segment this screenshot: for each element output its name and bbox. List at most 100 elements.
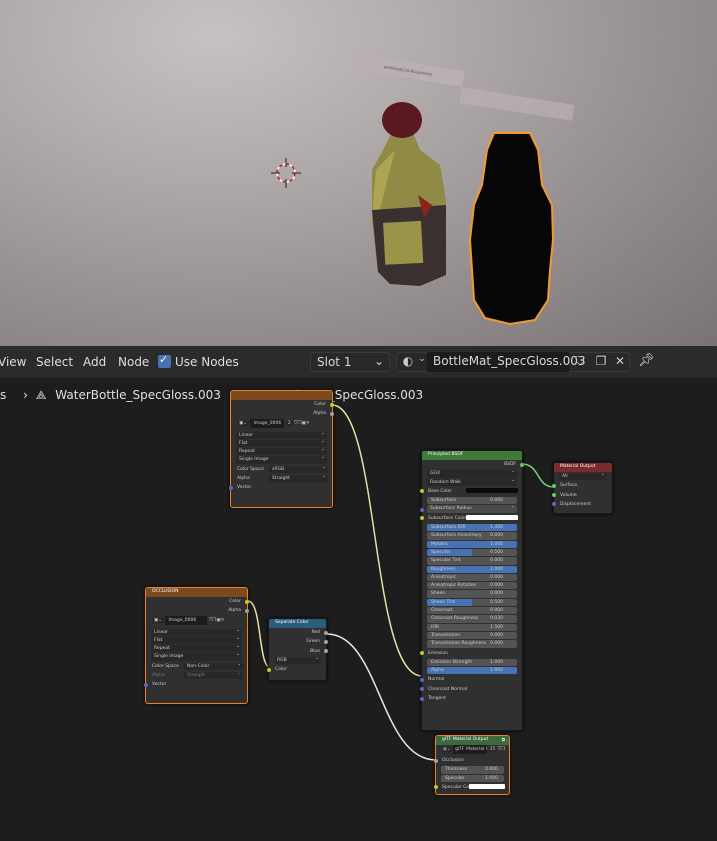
bsdf-input-anisotropic-rotation[interactable]: Anisotropic Rotation 0.000 — [427, 582, 517, 590]
thickness-field[interactable]: Thickness 0.000 — [441, 766, 504, 774]
socket[interactable] — [324, 649, 328, 654]
image-texture-node[interactable]: Color Alpha ▣⌄ Image_0006 2 ⛉❐▣✕ Linear … — [229, 390, 334, 508]
duplicate-icon[interactable]: ❐ — [592, 354, 610, 370]
node-header[interactable] — [231, 391, 332, 400]
menu-select[interactable]: Select — [36, 355, 73, 369]
socket[interactable] — [420, 516, 424, 521]
node-header[interactable]: OCCLUSION — [146, 588, 247, 597]
socket[interactable] — [520, 462, 524, 467]
color-swatch[interactable] — [466, 515, 518, 521]
group-actions-icon[interactable]: ⛉❐ — [498, 747, 505, 752]
socket[interactable] — [245, 599, 249, 604]
image-selector[interactable]: ▣⌄ Image_0006 2 ⛉❐▣✕ — [231, 418, 332, 431]
material-output-node[interactable]: Material Output All Surface Volume Displ… — [552, 462, 613, 514]
projection-dropdown[interactable]: Flat — [151, 635, 242, 645]
menu-view[interactable]: View — [0, 355, 26, 369]
bottle-selected[interactable] — [468, 132, 555, 326]
image-selector[interactable]: ▣⌄ Image_0006 ⛉❐▣✕ — [146, 615, 247, 628]
3d-viewport[interactable]: perMetalLCG-Roughness — [0, 0, 717, 346]
users-count[interactable]: 35 — [488, 747, 497, 752]
node-tree-icon[interactable]: ◍⌄ — [442, 747, 452, 752]
socket[interactable] — [420, 651, 424, 656]
alpha-dropdown[interactable]: Straight — [269, 473, 328, 483]
bsdf-input-subsurface-radius[interactable]: Subsurface Radius — [420, 503, 517, 513]
group-selector[interactable]: ◍⌄ glTF Material Ou... 35 ⛉❐ — [436, 745, 509, 756]
socket[interactable] — [420, 696, 424, 701]
socket[interactable] — [434, 758, 438, 763]
bsdf-input-base-color[interactable]: Base Color — [420, 487, 522, 496]
node-header[interactable]: glTF Material Output ⧉ — [436, 736, 509, 745]
bsdf-input-subsurface-anisotropy[interactable]: Subsurface Anisotropy 0.000 — [427, 532, 517, 540]
subsurface-method-dropdown[interactable]: Random Walk — [427, 477, 517, 486]
socket[interactable] — [324, 639, 328, 644]
bsdf-input-clearcoat-roughness[interactable]: Clearcoat Roughness 0.030 — [427, 615, 517, 623]
pin-icon[interactable]: 📌︎ — [638, 353, 655, 368]
breadcrumb-scene[interactable]: s — [0, 388, 6, 402]
interpolation-dropdown[interactable]: Linear — [236, 430, 327, 439]
bsdf-input-metallic[interactable]: Metallic 1.000 — [427, 540, 517, 548]
fake-user-shield-icon[interactable]: ⛉ — [571, 354, 589, 370]
socket[interactable] — [420, 678, 424, 683]
node-group-icon[interactable]: ⧉ — [502, 737, 505, 743]
bsdf-input-sheen-tint[interactable]: Sheen Tint 0.500 — [427, 598, 517, 607]
socket[interactable] — [434, 785, 438, 790]
socket[interactable] — [144, 682, 148, 687]
bottle-yellow[interactable] — [372, 102, 446, 286]
specular-field[interactable]: Specular 1.000 — [441, 774, 504, 782]
source-dropdown[interactable]: Single Image — [236, 454, 327, 464]
socket[interactable] — [330, 402, 334, 407]
image-name-field[interactable]: Image_0006 — [250, 418, 285, 428]
colorspace-dropdown[interactable]: sRGB — [269, 464, 328, 474]
bsdf-input-transmission-roughness[interactable]: Transmission Roughness 0.000 — [427, 640, 517, 648]
target-dropdown[interactable]: All — [559, 471, 607, 481]
bsdf-input-specular[interactable]: Specular 0.500 — [427, 548, 517, 557]
bsdf-input-clearcoat-normal[interactable]: Clearcoat Normal — [420, 685, 522, 694]
bsdf-input-alpha[interactable]: Alpha 1.000 — [427, 667, 517, 675]
node-header[interactable]: Principled BSDF — [422, 451, 522, 460]
socket[interactable] — [330, 411, 334, 416]
principled-bsdf-node[interactable]: Principled BSDF BSDF GGX Random Walk Bas… — [420, 450, 524, 731]
color-swatch[interactable] — [469, 784, 505, 790]
bsdf-input-specular-tint[interactable]: Specular Tint 0.000 — [427, 557, 517, 565]
bsdf-input-tangent[interactable]: Tangent — [420, 694, 522, 703]
projection-dropdown[interactable]: Flat — [236, 438, 327, 448]
occlusion-texture-node[interactable]: OCCLUSION Color Alpha ▣⌄ Image_0006 ⛉❐▣✕… — [144, 587, 249, 704]
interpolation-dropdown[interactable]: Linear — [151, 627, 242, 636]
image-icon[interactable]: ▣⌄ — [152, 617, 165, 623]
users-count[interactable]: 2 — [285, 420, 293, 426]
distribution-dropdown[interactable]: GGX — [427, 468, 517, 478]
colorspace-dropdown[interactable]: Non-Color — [184, 661, 243, 671]
menu-node[interactable]: Node — [118, 355, 149, 369]
socket[interactable] — [267, 667, 271, 672]
socket[interactable] — [420, 508, 424, 513]
color-swatch[interactable] — [466, 488, 518, 494]
socket[interactable] — [420, 687, 424, 692]
socket[interactable] — [245, 608, 249, 613]
gltf-material-output-node[interactable]: glTF Material Output⧉ ◍⌄ glTF Material O… — [434, 735, 510, 795]
bsdf-input-roughness[interactable]: Roughness 1.000 — [427, 565, 517, 573]
use-nodes-checkbox[interactable] — [158, 353, 171, 368]
bsdf-input-clearcoat[interactable]: Clearcoat 0.000 — [427, 607, 517, 615]
material-name-field[interactable]: BottleMat_SpecGloss.003 — [427, 352, 586, 372]
image-actions-icon[interactable]: ⛉❐▣✕ — [294, 421, 309, 426]
image-actions-icon[interactable]: ⛉❐▣✕ — [209, 618, 224, 623]
node-header[interactable]: Separate Color — [269, 619, 326, 628]
breadcrumb-object[interactable]: WaterBottle_SpecGloss.003 — [55, 388, 221, 402]
material-selector[interactable]: ◐ ⌄ BottleMat_SpecGloss.003 ⛉ ❐ ✕ — [396, 352, 630, 372]
bsdf-input-sheen[interactable]: Sheen 0.000 — [427, 590, 517, 598]
separate-color-node[interactable]: Separate Color Red Green Blue RGB Color — [267, 618, 328, 681]
extension-dropdown[interactable]: Repeat — [151, 643, 242, 653]
image-name-field[interactable]: Image_0006 — [165, 615, 208, 625]
bsdf-input-anisotropic[interactable]: Anisotropic 0.000 — [427, 573, 517, 582]
slot-dropdown[interactable]: Slot 1 ⌄ — [310, 352, 390, 372]
bsdf-input-transmission[interactable]: Transmission 0.000 — [427, 631, 517, 640]
socket[interactable] — [420, 489, 424, 494]
bsdf-input-subsurface-ior[interactable]: Subsurface IOR 1.400 — [427, 524, 517, 532]
bsdf-input-subsurface-color[interactable]: Subsurface Color — [420, 514, 522, 523]
bsdf-input-emission[interactable]: Emission — [420, 649, 522, 658]
bsdf-input-subsurface[interactable]: Subsurface 0.000 — [427, 497, 517, 505]
source-dropdown[interactable]: Single Image — [151, 651, 242, 661]
extension-dropdown[interactable]: Repeat — [236, 446, 327, 456]
3d-cursor-icon[interactable] — [271, 158, 301, 188]
bsdf-input-normal[interactable]: Normal — [420, 675, 522, 684]
